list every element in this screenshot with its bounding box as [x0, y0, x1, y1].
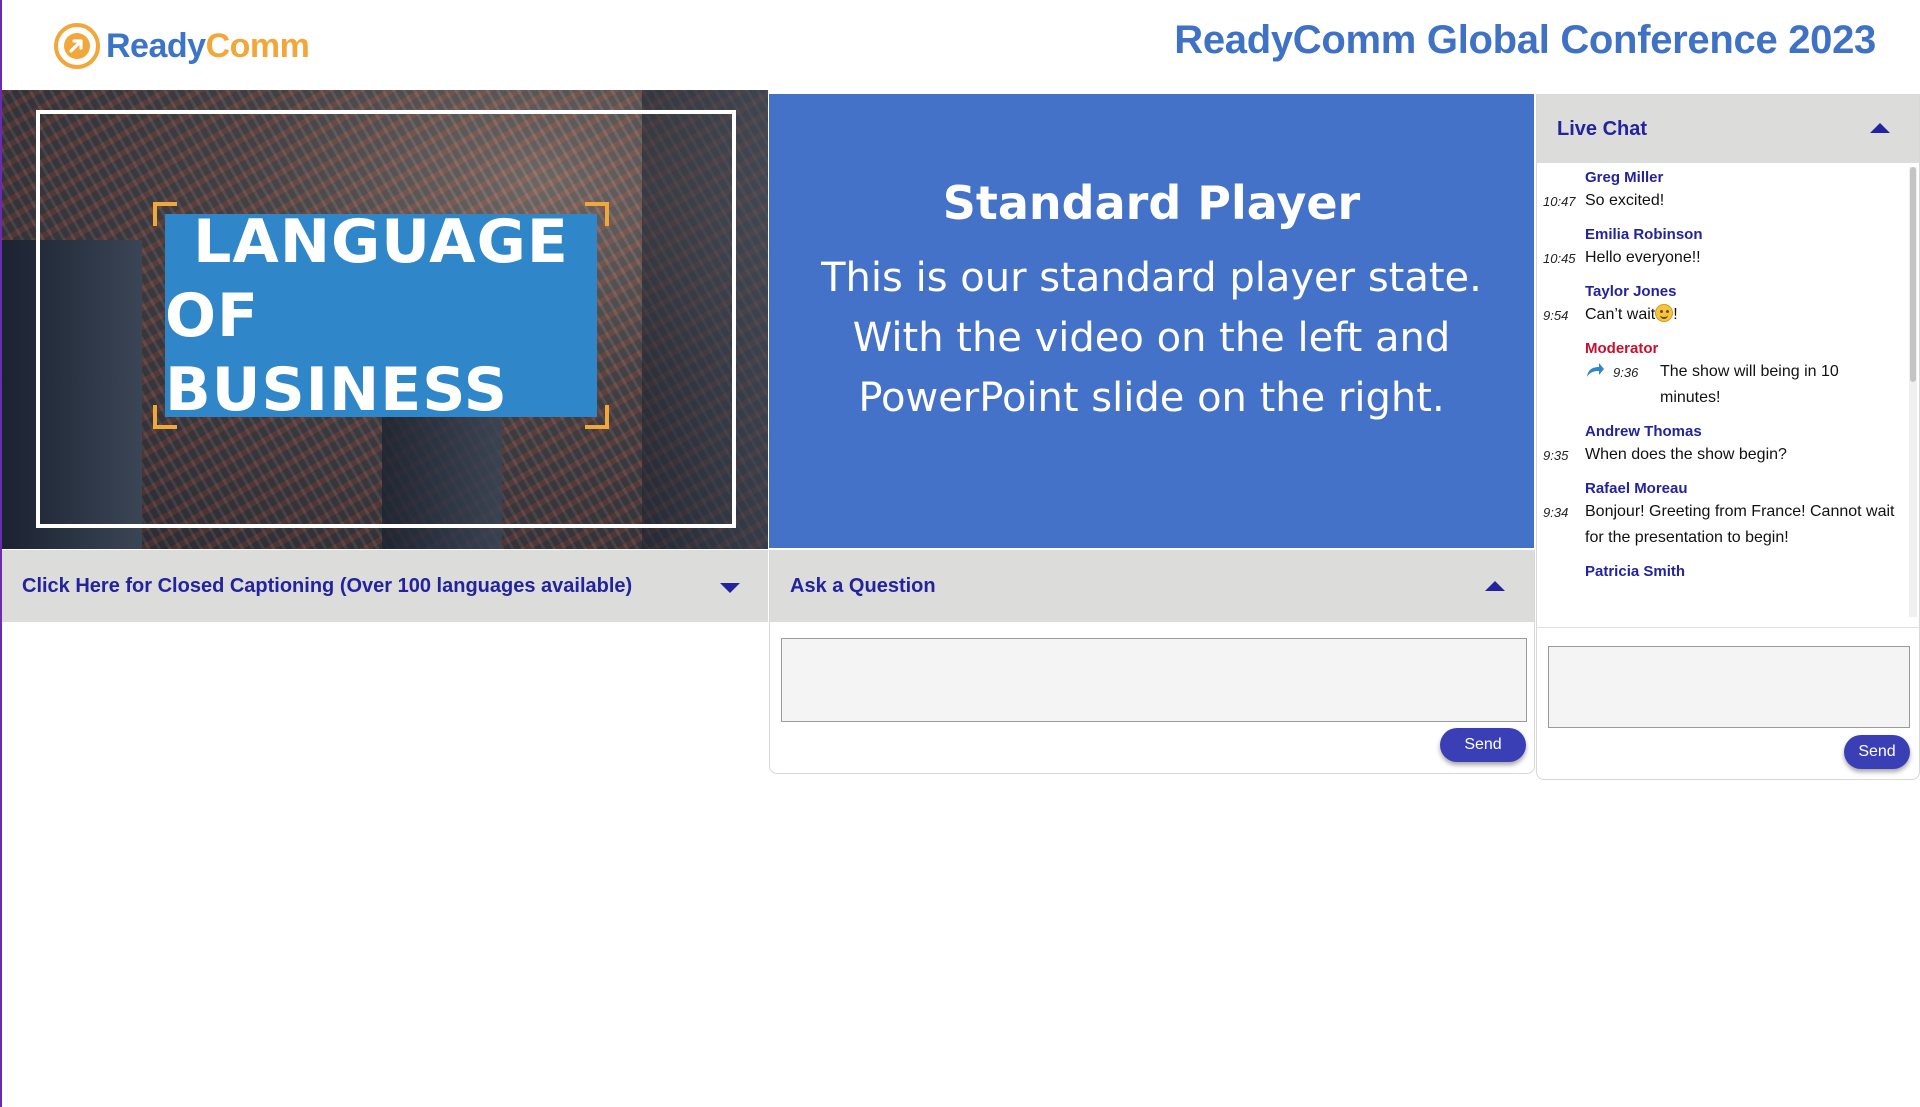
live-chat-header[interactable]: Live Chat	[1537, 95, 1919, 163]
chat-text-row: 9:54 Can’t wait!	[1543, 302, 1909, 328]
chat-timestamp: 9:34	[1543, 505, 1569, 520]
logo-text-ready: Ready	[106, 26, 206, 65]
chat-timestamp: 10:45	[1543, 251, 1576, 266]
logo-wordmark: ReadyComm	[106, 26, 310, 66]
chat-timestamp: 9:54	[1543, 308, 1569, 323]
chat-message: Emilia Robinson 10:45 Hello everyone!!	[1537, 225, 1909, 271]
video-title-line-2: OF BUSINESS	[165, 280, 508, 425]
slide-line-2: With the video on the left and	[852, 315, 1451, 361]
chat-message-input[interactable]	[1548, 646, 1910, 728]
caret-up-icon[interactable]	[1485, 581, 1505, 591]
slide-body: This is our standard player state. With …	[769, 248, 1534, 428]
closed-captioning-label: Click Here for Closed Captioning (Over 1…	[22, 574, 633, 597]
chat-message: Rafael Moreau 9:34 Bonjour! Greeting fro…	[1537, 479, 1909, 551]
video-title-card: LANGUAGE OF BUSINESS	[165, 207, 597, 425]
chat-author: Patricia Smith	[1585, 563, 1686, 580]
ask-question-label: Ask a Question	[790, 574, 936, 597]
logo-arrow-icon	[54, 23, 100, 69]
chat-text-row: 9:36 The show will being in 10 minutes!	[1537, 359, 1909, 411]
readycomm-logo: ReadyComm	[54, 21, 310, 71]
chat-scrollbar[interactable]	[1909, 167, 1917, 617]
chat-text: So excited!	[1585, 192, 1665, 209]
chat-text-row: 9:34 Bonjour! Greeting from France! Cann…	[1543, 499, 1909, 551]
ask-question-header[interactable]: Ask a Question	[770, 550, 1534, 622]
chat-text: When does the show begin?	[1585, 446, 1787, 463]
video-title-line-1: LANGUAGE	[193, 206, 569, 277]
logo-text-comm: Comm	[205, 26, 310, 65]
chat-send-button[interactable]: Send	[1844, 735, 1910, 769]
chat-scrollbar-thumb[interactable]	[1910, 167, 1916, 382]
chat-author: Andrew Thomas	[1585, 423, 1702, 440]
smiley-emoji-icon	[1655, 304, 1674, 322]
chat-text-row: 10:45 Hello everyone!!	[1543, 245, 1909, 271]
slide-title: Standard Player	[942, 176, 1361, 230]
ask-question-panel: Ask a Question Send	[769, 550, 1535, 774]
chat-timestamp: 9:35	[1543, 448, 1569, 463]
chat-author: Greg Miller	[1585, 169, 1664, 186]
caret-down-icon[interactable]	[720, 583, 740, 593]
chat-text: The show will being in 10 minutes!	[1660, 363, 1839, 406]
question-send-button[interactable]: Send	[1440, 728, 1526, 762]
chat-text: Hello everyone!!	[1585, 249, 1701, 266]
chat-message: Andrew Thomas 9:35 When does the show be…	[1537, 422, 1909, 468]
chat-message: Greg Miller 10:47 So excited!	[1537, 168, 1909, 214]
caret-up-icon[interactable]	[1870, 123, 1890, 133]
chat-message: Taylor Jones 9:54 Can’t wait!	[1537, 282, 1909, 328]
slide-line-3: PowerPoint slide on the right.	[858, 375, 1445, 421]
chat-author: Emilia Robinson	[1585, 226, 1703, 243]
chat-text-row: 10:47 So excited!	[1543, 188, 1909, 214]
chat-author: Rafael Moreau	[1585, 480, 1688, 497]
closed-captioning-dropdown[interactable]: Click Here for Closed Captioning (Over 1…	[2, 550, 768, 622]
chat-text-suffix: !	[1673, 306, 1678, 323]
chat-divider	[1537, 627, 1919, 628]
chat-author-moderator: Moderator	[1585, 340, 1659, 357]
reply-icon	[1587, 363, 1604, 377]
live-chat-panel: Live Chat Greg Miller 10:47 So excited! …	[1536, 94, 1920, 780]
chat-text: Bonjour! Greeting from France! Cannot wa…	[1585, 503, 1895, 546]
page-title: ReadyComm Global Conference 2023	[1174, 18, 1876, 62]
chat-text: Can’t wait	[1585, 306, 1656, 323]
chat-message-list[interactable]: Greg Miller 10:47 So excited! Emilia Rob…	[1537, 163, 1909, 623]
chat-message-moderator: Moderator 9:36 The show will being in 10…	[1537, 339, 1909, 411]
question-input[interactable]	[781, 638, 1527, 722]
live-chat-title: Live Chat	[1557, 117, 1648, 140]
slide-line-1: This is our standard player state.	[821, 255, 1482, 301]
video-player[interactable]: LANGUAGE OF BUSINESS	[2, 90, 768, 549]
chat-author: Taylor Jones	[1585, 283, 1677, 300]
chat-timestamp: 10:47	[1543, 194, 1576, 209]
chat-text-row: 9:35 When does the show begin?	[1543, 442, 1909, 468]
chat-timestamp: 9:36	[1613, 365, 1639, 380]
chat-message: Patricia Smith	[1537, 562, 1909, 582]
powerpoint-slide: Standard Player This is our standard pla…	[769, 94, 1534, 548]
